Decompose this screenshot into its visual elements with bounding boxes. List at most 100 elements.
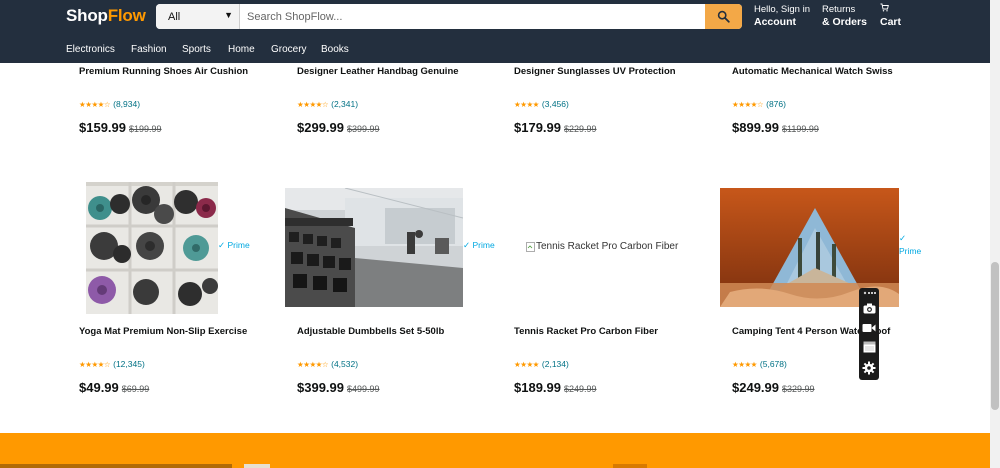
review-count[interactable]: (2,134) (542, 359, 569, 369)
footer-strip (613, 464, 647, 468)
product-title[interactable]: Designer Sunglasses UV Protection (514, 66, 676, 77)
capture-toolbar (859, 288, 879, 380)
review-count[interactable]: (3,456) (542, 99, 569, 109)
nav-item-grocery[interactable]: Grocery (271, 44, 307, 55)
screenshot-button[interactable] (861, 300, 877, 316)
rating-stars: ★★★★ (732, 360, 757, 369)
product-rating: ★★★★ (5,678) (732, 359, 787, 369)
rating-stars: ★★★★☆ (297, 360, 329, 369)
gear-icon (862, 361, 876, 375)
search-bar: All ▼ (156, 4, 742, 29)
dumbbells-product-image[interactable] (285, 188, 463, 307)
product-price: $299.99 $399.99 (297, 119, 380, 137)
scrollbar-thumb[interactable] (991, 262, 999, 410)
orders-small-label: Returns (822, 4, 856, 15)
tennis-racket-product-image[interactable]: Tennis Racket Pro Carbon Fiber (526, 241, 678, 252)
current-price: $899.99 (732, 120, 779, 135)
prime-badge: ✓ Prime (463, 240, 495, 250)
record-video-button[interactable] (861, 320, 877, 336)
product-price: $159.99 $199.99 (79, 119, 162, 137)
review-count[interactable]: (5,678) (760, 359, 787, 369)
original-price: $329.99 (782, 384, 815, 394)
search-category-select[interactable]: All ▼ (156, 4, 240, 29)
nav-item-fashion[interactable]: Fashion (131, 44, 167, 55)
rating-stars: ★★★★☆ (297, 100, 329, 109)
toolbar-handle[interactable] (861, 289, 877, 297)
nav-item-electronics[interactable]: Electronics (66, 44, 115, 55)
product-price: $899.99 $1199.99 (732, 119, 819, 137)
current-price: $159.99 (79, 120, 126, 135)
review-count[interactable]: (8,934) (113, 99, 140, 109)
product-title[interactable]: Automatic Mechanical Watch Swiss (732, 66, 893, 77)
search-icon (717, 10, 730, 23)
camera-icon (863, 303, 875, 313)
original-price: $1199.99 (782, 124, 819, 134)
current-price: $189.99 (514, 380, 561, 395)
product-price: $399.99 $499.99 (297, 379, 380, 397)
rating-stars: ★★★★☆ (79, 100, 111, 109)
prime-badge-check: ✓ (899, 233, 907, 243)
product-title[interactable]: Premium Running Shoes Air Cushion (79, 66, 248, 77)
logo-text-shop: Shop (66, 6, 108, 25)
site-logo[interactable]: ShopFlow (66, 6, 146, 26)
product-title[interactable]: Yoga Mat Premium Non-Slip Exercise (79, 326, 247, 337)
product-rating: ★★★★☆ (12,345) (79, 359, 145, 369)
account-link[interactable]: Hello, Sign in Account (754, 3, 810, 29)
account-greeting: Hello, Sign in (754, 4, 810, 15)
nav-item-books[interactable]: Books (321, 44, 349, 55)
logo-text-flow: Flow (107, 6, 146, 25)
cart-link[interactable]: Cart (880, 3, 901, 29)
product-rating: ★★★★☆ (8,934) (79, 99, 140, 109)
product-price: $189.99 $249.99 (514, 379, 597, 397)
page: ShopFlow All ▼ Hello, Sign in Account Re… (0, 0, 1000, 468)
review-count[interactable]: (876) (766, 99, 786, 109)
original-price: $199.99 (129, 124, 162, 134)
original-price: $69.99 (121, 384, 150, 394)
search-input[interactable] (240, 4, 705, 29)
current-price: $399.99 (297, 380, 344, 395)
product-rating: ★★★★☆ (4,532) (297, 359, 358, 369)
window-icon (863, 341, 875, 353)
current-price: $249.99 (732, 380, 779, 395)
product-title[interactable]: Tennis Racket Pro Carbon Fiber (514, 326, 658, 337)
original-price: $499.99 (347, 384, 380, 394)
prime-badge: Prime (899, 246, 922, 256)
review-count[interactable]: (4,532) (331, 359, 358, 369)
more-icon (863, 291, 876, 295)
product-price: $49.99 $69.99 (79, 379, 149, 397)
review-count[interactable]: (12,345) (113, 359, 145, 369)
rating-stars: ★★★★☆ (732, 100, 764, 109)
footer-strip (244, 464, 270, 468)
top-header: ShopFlow All ▼ Hello, Sign in Account Re… (0, 0, 990, 36)
product-rating: ★★★★ (3,456) (514, 99, 569, 109)
current-price: $299.99 (297, 120, 344, 135)
search-button[interactable] (705, 4, 742, 29)
window-capture-button[interactable] (861, 339, 877, 355)
prime-badge: ✓ Prime (218, 240, 250, 250)
original-price: $229.99 (564, 124, 597, 134)
product-rating: ★★★★☆ (876) (732, 99, 786, 109)
category-nav: Electronics Fashion Sports Home Grocery … (0, 36, 990, 63)
image-alt-text: Tennis Racket Pro Carbon Fiber (536, 241, 679, 252)
footer-band (0, 433, 990, 468)
account-label: Account (754, 16, 796, 28)
orders-link[interactable]: Returns & Orders (822, 3, 867, 29)
cart-icon (880, 3, 901, 16)
product-title[interactable]: Adjustable Dumbbells Set 5-50lb (297, 326, 444, 337)
product-price: $249.99 $329.99 (732, 379, 815, 397)
rating-stars: ★★★★☆ (79, 360, 111, 369)
settings-button[interactable] (861, 360, 877, 376)
nav-item-sports[interactable]: Sports (182, 44, 211, 55)
nav-item-home[interactable]: Home (228, 44, 255, 55)
current-price: $49.99 (79, 380, 119, 395)
search-category-label: All (168, 10, 181, 23)
chevron-down-icon: ▼ (224, 10, 233, 20)
yoga-mat-product-image[interactable] (86, 182, 218, 314)
orders-big-label: & Orders (822, 16, 867, 28)
cart-label: Cart (880, 16, 902, 28)
product-title[interactable]: Designer Leather Handbag Genuine (297, 66, 459, 77)
rating-stars: ★★★★ (514, 360, 539, 369)
current-price: $179.99 (514, 120, 561, 135)
video-camera-icon (862, 324, 876, 332)
review-count[interactable]: (2,341) (331, 99, 358, 109)
